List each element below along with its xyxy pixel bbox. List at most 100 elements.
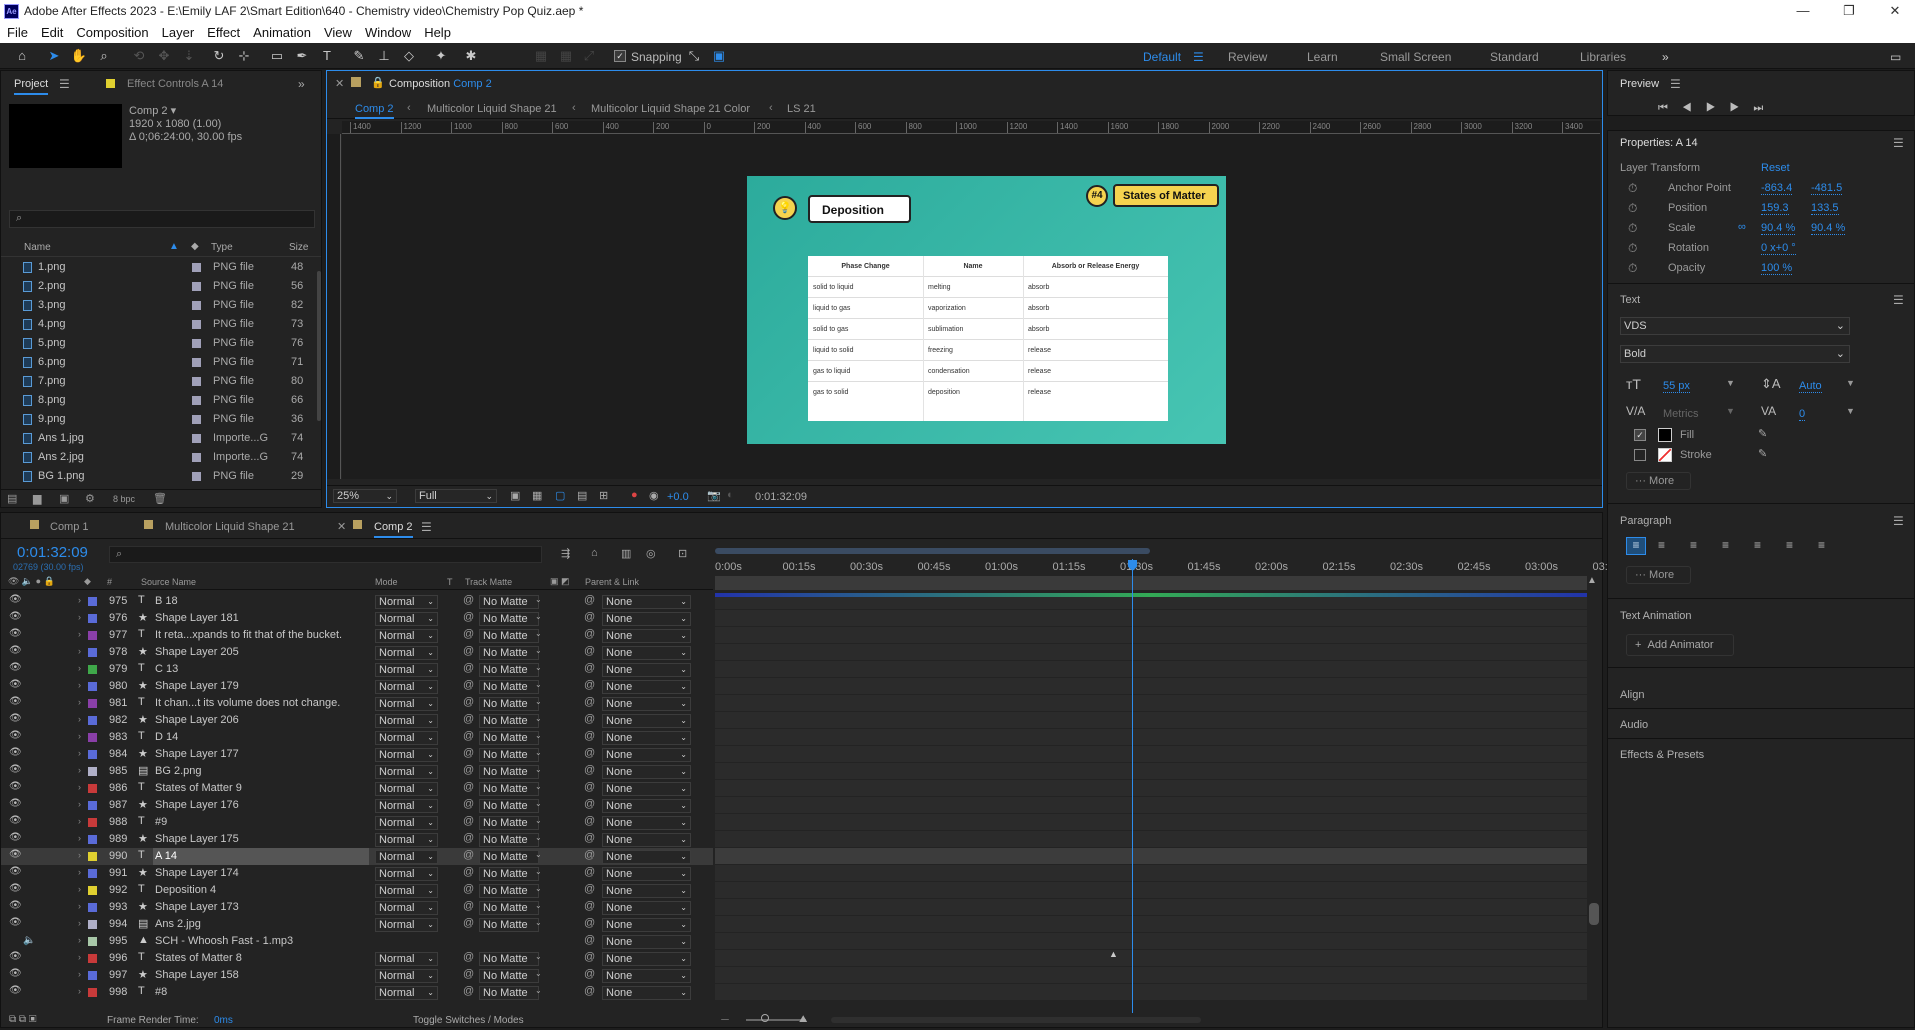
parent-select[interactable]: None ⌄ [602, 748, 691, 762]
justify-right-icon[interactable]: ≡ [1786, 538, 1793, 552]
col-name[interactable]: Name [24, 242, 51, 253]
matte-pickwhip-icon[interactable]: @ [463, 764, 474, 776]
transform-value-1[interactable]: 0 x+0 ° [1761, 242, 1796, 255]
parent-pickwhip-icon[interactable]: @ [584, 679, 595, 691]
eye-icon[interactable]: 👁 [9, 594, 22, 605]
project-item[interactable]: 1.png PNG file 48 [1, 258, 319, 277]
shy-icon[interactable]: ▥ [621, 547, 631, 560]
new-folder-icon[interactable]: ▆ [33, 492, 41, 505]
twirl-arrow-icon[interactable]: › [78, 799, 81, 809]
tab-effect-controls[interactable]: Effect Controls A 14 [127, 78, 223, 90]
layer-track-bar[interactable] [715, 712, 1587, 729]
layer-mode-select[interactable]: Normal ⌄ [375, 663, 438, 677]
timeline-navigator[interactable] [715, 576, 1587, 590]
matte-pickwhip-icon[interactable]: @ [463, 611, 474, 623]
rotate-tool-icon[interactable]: ↻ [210, 47, 228, 65]
prev-frame-icon[interactable]: ◀ [1682, 102, 1706, 114]
matte-pickwhip-icon[interactable]: @ [463, 849, 474, 861]
layer-source-name[interactable]: A 14 [155, 850, 369, 862]
eye-icon[interactable]: 👁 [9, 645, 22, 656]
lock-icon[interactable]: 🔒 [371, 76, 385, 89]
matte-pickwhip-icon[interactable]: @ [463, 917, 474, 929]
snap-grid-icon[interactable]: ▣ [710, 47, 728, 65]
clone-stamp-icon[interactable]: ⊥ [375, 47, 393, 65]
parent-select[interactable]: None ⌄ [602, 680, 691, 694]
workspace-menu-icon[interactable]: ☰ [1193, 50, 1204, 64]
parent-pickwhip-icon[interactable]: @ [584, 832, 595, 844]
zoom-in-time-icon[interactable]: ▲ [1587, 575, 1601, 589]
layer-track-bar[interactable] [715, 831, 1587, 848]
layer-mode-select[interactable]: Normal ⌄ [375, 748, 438, 762]
layer-label-color[interactable] [88, 971, 97, 980]
layer-label-color[interactable] [88, 818, 97, 827]
project-item[interactable]: 7.png PNG file 80 [1, 372, 319, 391]
layer-label-color[interactable] [88, 614, 97, 623]
timeline-search-input[interactable]: ⌕ [109, 546, 542, 563]
zoom-in-icon[interactable]: ⛰ [799, 1014, 807, 1025]
project-settings-icon[interactable]: ⚙ [85, 492, 95, 505]
menu-layer[interactable]: Layer [155, 23, 201, 40]
region-icon[interactable]: ▣ [510, 489, 520, 502]
fill-checkbox[interactable]: ✓ [1634, 429, 1646, 441]
eye-icon[interactable]: 👁 [9, 747, 22, 758]
parent-select[interactable]: None ⌄ [602, 731, 691, 745]
label-col-icon[interactable]: ◆ [84, 576, 91, 587]
layer-mode-select[interactable]: Normal ⌄ [375, 782, 438, 796]
workspace-review[interactable]: Review [1228, 50, 1267, 64]
layer-mode-select[interactable]: Normal ⌄ [375, 969, 438, 983]
track-matte-select[interactable]: No Matte [479, 833, 539, 847]
parent-select[interactable]: None ⌄ [602, 595, 691, 609]
project-item[interactable]: 8.png PNG file 66 [1, 391, 319, 410]
effects-presets-title[interactable]: Effects & Presets [1620, 749, 1704, 761]
panel-overflow-icon[interactable]: » [298, 77, 305, 91]
justify-left-icon[interactable]: ≡ [1722, 538, 1729, 552]
font-style-select[interactable]: Bold ⌄ [1620, 345, 1850, 363]
transform-value-1[interactable]: -863.4 [1761, 182, 1793, 195]
twirl-arrow-icon[interactable]: › [78, 935, 81, 945]
layer-track-bar[interactable] [715, 780, 1587, 797]
stopwatch-icon[interactable]: ⏱ [1628, 221, 1637, 236]
parent-select[interactable]: None ⌄ [602, 629, 691, 643]
layer-source-name[interactable]: C 13 [155, 663, 369, 675]
parent-pickwhip-icon[interactable]: @ [584, 611, 595, 623]
breadcrumb-liquid-color[interactable]: Multicolor Liquid Shape 21 Color [591, 103, 750, 115]
transform-value-2[interactable]: -481.5 [1811, 182, 1843, 195]
track-matte-select[interactable]: No Matte [479, 765, 539, 779]
layer-row[interactable]: 👁 › 981 T It chan...t its volume does not ch… [1, 695, 713, 712]
twirl-arrow-icon[interactable]: › [78, 782, 81, 792]
exposure-value[interactable]: +0.0 [667, 491, 689, 503]
zoom-out-icon[interactable]: ⏤ [721, 1014, 729, 1025]
layer-source-name[interactable]: States of Matter 9 [155, 782, 369, 794]
eye-icon[interactable]: 👁 [9, 781, 22, 792]
layer-track-bar[interactable] [715, 729, 1587, 746]
layer-source-name[interactable]: D 14 [155, 731, 369, 743]
matte-pickwhip-icon[interactable]: @ [463, 781, 474, 793]
track-matte-select[interactable]: No Matte [479, 646, 539, 660]
text-menu-icon[interactable]: ☰ [1893, 293, 1904, 307]
chevron-down-icon[interactable]: ▼ [1726, 406, 1735, 416]
reset-button[interactable]: Reset [1761, 162, 1790, 174]
layer-label-color[interactable] [88, 665, 97, 674]
layer-track-bar[interactable] [715, 610, 1587, 627]
project-item[interactable]: 9.png PNG file 36 [1, 410, 319, 429]
layer-track-bar[interactable] [715, 899, 1587, 916]
layer-source-name[interactable]: Shape Layer 181 [155, 612, 369, 624]
pan-tool-icon[interactable]: ✥ [155, 47, 173, 65]
layer-source-name[interactable]: #9 [155, 816, 369, 828]
menu-edit[interactable]: Edit [34, 23, 69, 40]
track-matte-select[interactable]: No Matte [479, 884, 539, 898]
layer-row[interactable]: 👁 › 985 ▤ BG 2.png Normal ⌄ @ No Matte ⌄ @ None ⌄ [1, 763, 713, 780]
layer-mode-select[interactable]: Normal ⌄ [375, 952, 438, 966]
draft-3d-icon[interactable]: ⌂ [591, 547, 598, 559]
transform-value-1[interactable]: 100 % [1761, 262, 1793, 275]
project-item[interactable]: Ans 1.jpg Importe...G 74 [1, 429, 319, 448]
eyedropper-icon[interactable]: ✎ [1758, 447, 1767, 460]
chevron-down-icon[interactable]: ▼ [1726, 378, 1735, 388]
twirl-arrow-icon[interactable]: › [78, 646, 81, 656]
layer-label-color[interactable] [88, 886, 97, 895]
layer-mode-select[interactable]: Normal ⌄ [375, 918, 438, 932]
track-matte-select[interactable]: No Matte [479, 901, 539, 915]
track-matte-select[interactable]: No Matte [479, 731, 539, 745]
layer-track-bar[interactable] [715, 678, 1587, 695]
stopwatch-icon[interactable]: ⏱ [1628, 241, 1637, 256]
